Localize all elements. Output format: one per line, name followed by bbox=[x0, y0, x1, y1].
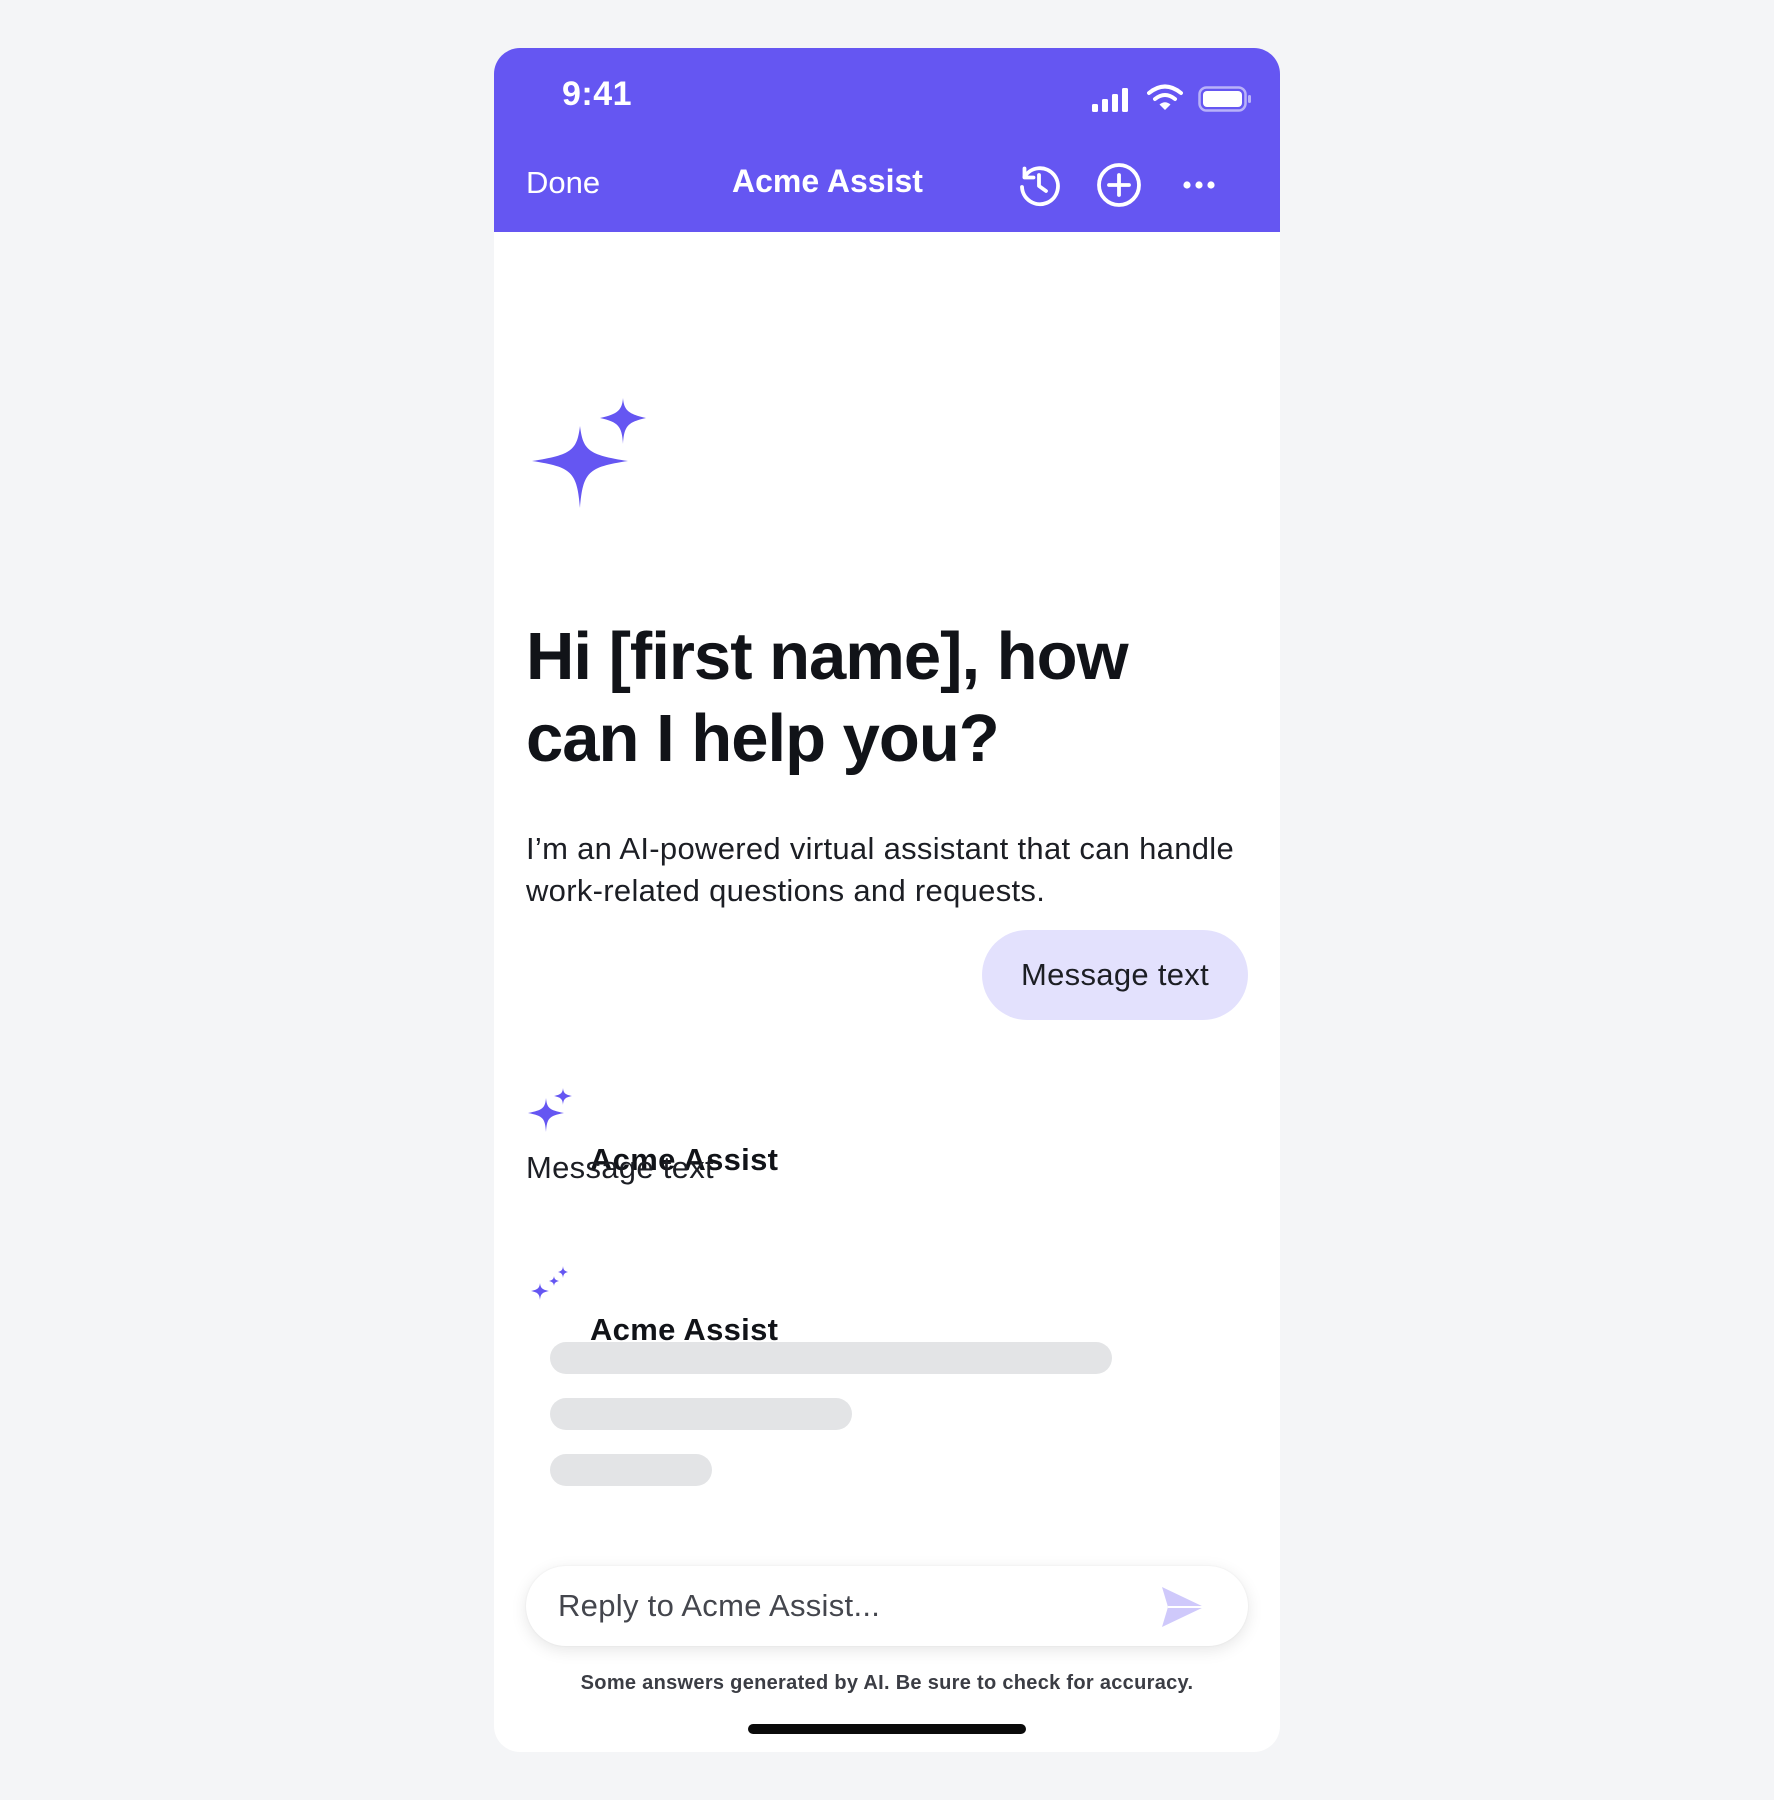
user-message-bubble: Message text bbox=[982, 930, 1248, 1020]
phone-frame: 9:41 Done Acme Assist Hi [first name], h… bbox=[494, 48, 1280, 1752]
loading-skeleton-line bbox=[550, 1454, 712, 1486]
done-button[interactable]: Done bbox=[526, 165, 600, 201]
nav-title: Acme Assist bbox=[732, 163, 923, 199]
loading-skeleton-line bbox=[550, 1398, 852, 1430]
assistant-sparkle-icon bbox=[528, 1088, 572, 1132]
reply-composer bbox=[526, 1566, 1248, 1646]
ai-disclaimer: Some answers generated by AI. Be sure to… bbox=[580, 1672, 1194, 1694]
more-icon[interactable] bbox=[1174, 160, 1224, 210]
assistant-message-text: Message text bbox=[526, 1150, 714, 1185]
loading-skeleton-line bbox=[550, 1342, 1112, 1374]
history-icon[interactable] bbox=[1014, 160, 1064, 210]
new-chat-icon[interactable] bbox=[1094, 160, 1144, 210]
home-indicator bbox=[748, 1724, 1026, 1734]
send-icon[interactable] bbox=[1158, 1582, 1208, 1632]
status-time: 9:41 bbox=[562, 75, 633, 113]
app-header: 9:41 Done Acme Assist bbox=[494, 48, 1280, 232]
battery-icon bbox=[1198, 86, 1251, 112]
intro-text: I’m an AI-powered virtual assistant that… bbox=[526, 831, 1235, 908]
sparkle-icon bbox=[532, 398, 646, 508]
wifi-icon bbox=[1147, 84, 1183, 110]
assistant-loading-sparkle-icon bbox=[531, 1266, 568, 1300]
user-message-text: Message text bbox=[1021, 957, 1209, 992]
greeting-heading: Hi [first name], how can I help you? bbox=[526, 619, 1129, 776]
reply-input[interactable] bbox=[558, 1566, 1158, 1646]
cellular-signal-icon bbox=[1092, 88, 1128, 112]
status-icons bbox=[1092, 82, 1252, 114]
